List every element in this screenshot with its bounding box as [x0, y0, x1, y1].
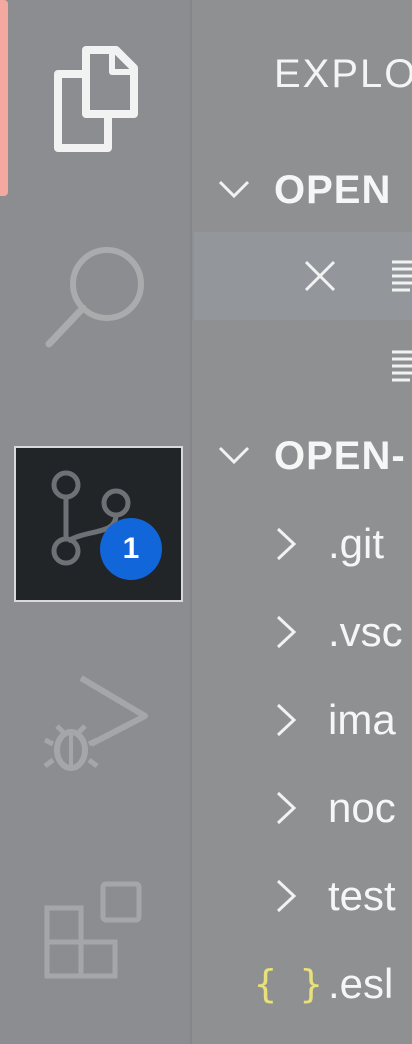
- json-file-icon: { }: [254, 962, 323, 1006]
- tree-item-folder[interactable]: .vsc: [194, 588, 412, 676]
- activity-run-debug[interactable]: [0, 650, 192, 800]
- chevron-right-icon: [276, 703, 297, 737]
- explorer-title: EXPLO: [274, 52, 412, 96]
- tree-item-label: test: [328, 872, 396, 919]
- chevron-right-icon: [276, 791, 297, 825]
- open-editor-item[interactable]: [194, 232, 412, 320]
- file-lines-icon: [392, 350, 412, 382]
- activity-source-control[interactable]: 1: [14, 446, 183, 602]
- tree-item-folder[interactable]: ima: [194, 676, 412, 764]
- run-debug-icon: [43, 675, 148, 771]
- activity-bar: 1: [0, 0, 192, 1044]
- section-open-editors[interactable]: OPEN: [194, 146, 412, 234]
- file-lines-icon: [392, 260, 412, 292]
- tree-item-folder[interactable]: .git: [194, 500, 412, 588]
- tree-item-label: .vsc: [328, 608, 403, 655]
- activity-explorer[interactable]: [0, 24, 192, 174]
- chevron-right-icon: [276, 879, 297, 913]
- activity-extensions[interactable]: [0, 858, 192, 1008]
- tree-item-file[interactable]: { } .esl: [194, 940, 412, 1028]
- close-icon[interactable]: [302, 258, 338, 294]
- search-icon: [45, 247, 144, 348]
- section-project[interactable]: OPEN-: [194, 412, 412, 500]
- tree-item-label: noc: [328, 784, 396, 831]
- section-label: OPEN: [274, 167, 392, 212]
- activity-search[interactable]: [0, 220, 192, 370]
- tree-item-label: ima: [328, 696, 396, 743]
- section-label: OPEN-: [274, 433, 406, 478]
- tree-item-label: .git: [328, 520, 385, 567]
- chevron-down-icon: [218, 180, 250, 199]
- source-control-badge: 1: [100, 518, 162, 580]
- chevron-down-icon: [218, 446, 250, 465]
- tree-item-folder[interactable]: test: [194, 852, 412, 940]
- chevron-right-icon: [276, 615, 297, 649]
- chevron-right-icon: [276, 527, 297, 561]
- extensions-icon: [44, 881, 142, 979]
- tree-item-folder[interactable]: noc: [194, 764, 412, 852]
- open-editor-item[interactable]: [194, 322, 412, 410]
- files-icon: [54, 46, 138, 152]
- explorer-sidebar: EXPLO OPEN OPEN- .git .vsc ima noc test …: [194, 0, 412, 1044]
- tree-item-label: .esl: [328, 960, 394, 1007]
